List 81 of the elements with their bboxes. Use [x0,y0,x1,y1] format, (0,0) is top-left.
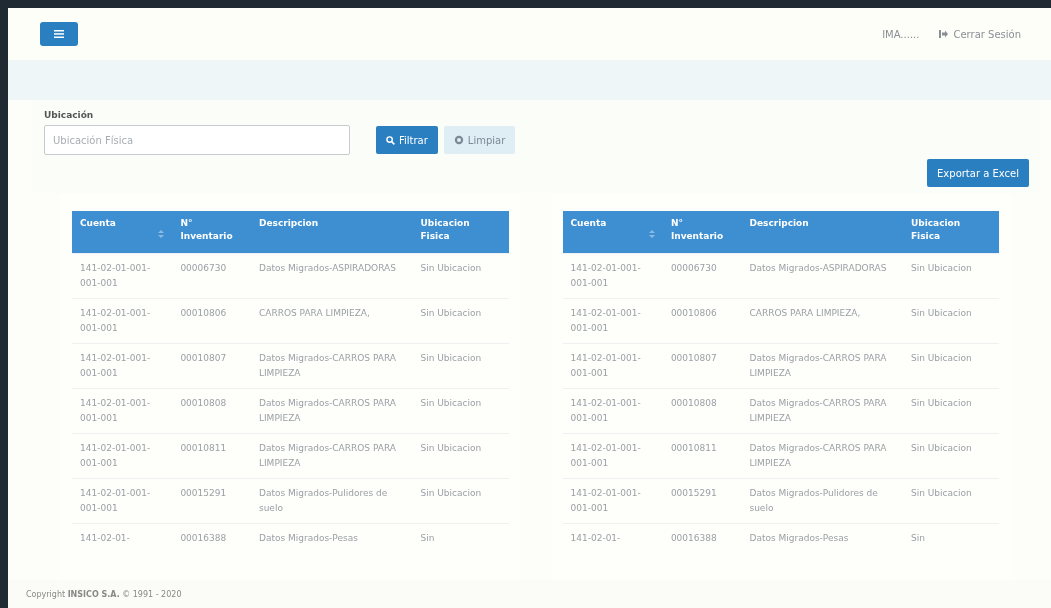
export-button[interactable]: Exportar a Excel [927,159,1029,187]
sort-icon [648,230,655,238]
table-cell: 00006730 [662,253,742,299]
table-cell: Datos Migrados-CARROS PARA LIMPIEZA [741,388,903,434]
column-header[interactable]: Ubicacion Fisica [902,211,999,254]
table-cell: Datos Migrados-ASPIRADORAS [250,253,413,299]
table-cell: Sin Ubicacion [902,388,999,434]
table-cell: 00010811 [172,433,251,479]
table-cell: Datos Migrados-Pesas [741,523,903,553]
table-cell: Sin Ubicacion [412,433,509,479]
table-cell: Datos Migrados-CARROS PARA LIMPIEZA [741,343,903,389]
table-cell: 141-02-01-001-001-001 [562,433,663,479]
location-input[interactable]: Ubicación Física [44,125,350,155]
table-cell: Datos Migrados-CARROS PARA LIMPIEZA [741,433,903,479]
table-cell: 141-02-01-001-001-001 [72,478,173,524]
search-icon [386,135,395,145]
table-cell: Sin [412,523,509,553]
table-cell: 00010807 [662,343,742,389]
column-header[interactable]: Descripcion [250,211,413,254]
column-header[interactable]: Ubicacion Fisica [412,211,509,254]
column-header[interactable]: Cuenta [562,211,663,254]
table-cell: 141-02-01-001-001-001 [562,388,663,434]
field-label: Ubicación [44,110,94,120]
column-title: Cuenta [570,217,608,230]
table-cell: 141-02-01-001-001-001 [562,298,663,344]
table-cell: 00015291 [172,478,251,524]
table-cell: Datos Migrados-Pesas [250,523,413,553]
clear-icon [453,135,464,145]
table-cell: 141-02-01-001-001-001 [72,433,173,479]
table-cell: 141-02-01- [72,523,173,553]
column-header[interactable]: Descripcion [741,211,903,254]
table-cell: CARROS PARA LIMPIEZA, [250,298,413,344]
table-cell: Sin Ubicacion [412,343,509,389]
table-cell: 00010806 [662,298,742,344]
table-cell: Sin Ubicacion [412,478,509,524]
table-cell: 00016388 [662,523,742,553]
table-cell: Datos Migrados-ASPIRADORAS [741,253,903,299]
table-cell: Sin Ubicacion [902,343,999,389]
column-header[interactable]: N° Inventario [662,211,742,254]
table-cell: Sin Ubicacion [902,433,999,479]
table-cell: 141-02-01- [562,523,663,553]
table-cell: Datos Migrados-CARROS PARA LIMPIEZA [250,343,413,389]
table-cell: Sin Ubicacion [902,298,999,344]
copyright-text: Copyright INSICO S.A. © 1991 - 2020 [26,589,182,599]
column-header[interactable]: Cuenta [72,211,173,254]
logout-icon [939,30,949,38]
table-cell: Sin Ubicacion [412,298,509,344]
clear-button[interactable]: Limpiar [443,126,516,154]
table-cell: 141-02-01-001-001-001 [72,388,173,434]
table-cell: 141-02-01-001-001-001 [562,343,663,389]
table-cell: 141-02-01-001-001-001 [72,253,173,299]
table-cell: 00010806 [172,298,251,344]
column-header[interactable]: N° Inventario [172,211,251,254]
table-cell: Datos Migrados-Pulidores de suelo [250,478,413,524]
table-cell: 141-02-01-001-001-001 [72,343,173,389]
user-name[interactable]: IMA...... [882,28,920,40]
filter-button[interactable]: Filtrar [376,126,438,154]
table-cell: Sin Ubicacion [902,253,999,299]
table-cell: Sin Ubicacion [412,253,509,299]
table-cell: 00006730 [172,253,251,299]
table-cell: 00010808 [662,388,742,434]
table-cell: 00010808 [172,388,251,434]
table-cell: Sin Ubicacion [902,478,999,524]
table-cell: 00010811 [662,433,742,479]
table-cell: Datos Migrados-Pulidores de suelo [741,478,903,524]
column-title: Cuenta [80,217,117,230]
menu-icon [54,30,64,38]
table-cell: 00016388 [172,523,251,553]
sort-icon [158,230,165,238]
table-cell: 00010807 [172,343,251,389]
table-cell: 141-02-01-001-001-001 [72,298,173,344]
table-cell: Sin [902,523,999,553]
table-cell: 141-02-01-001-001-001 [562,478,663,524]
table-cell: Datos Migrados-CARROS PARA LIMPIEZA [250,433,413,479]
table-cell: Datos Migrados-CARROS PARA LIMPIEZA [250,388,413,434]
menu-button[interactable] [40,22,78,46]
table-cell: 00015291 [662,478,742,524]
table-cell: 141-02-01-001-001-001 [562,253,663,299]
table-cell: CARROS PARA LIMPIEZA, [741,298,903,344]
logout-link[interactable]: Cerrar Sesión [939,28,1021,40]
table-cell: Sin Ubicacion [412,388,509,434]
